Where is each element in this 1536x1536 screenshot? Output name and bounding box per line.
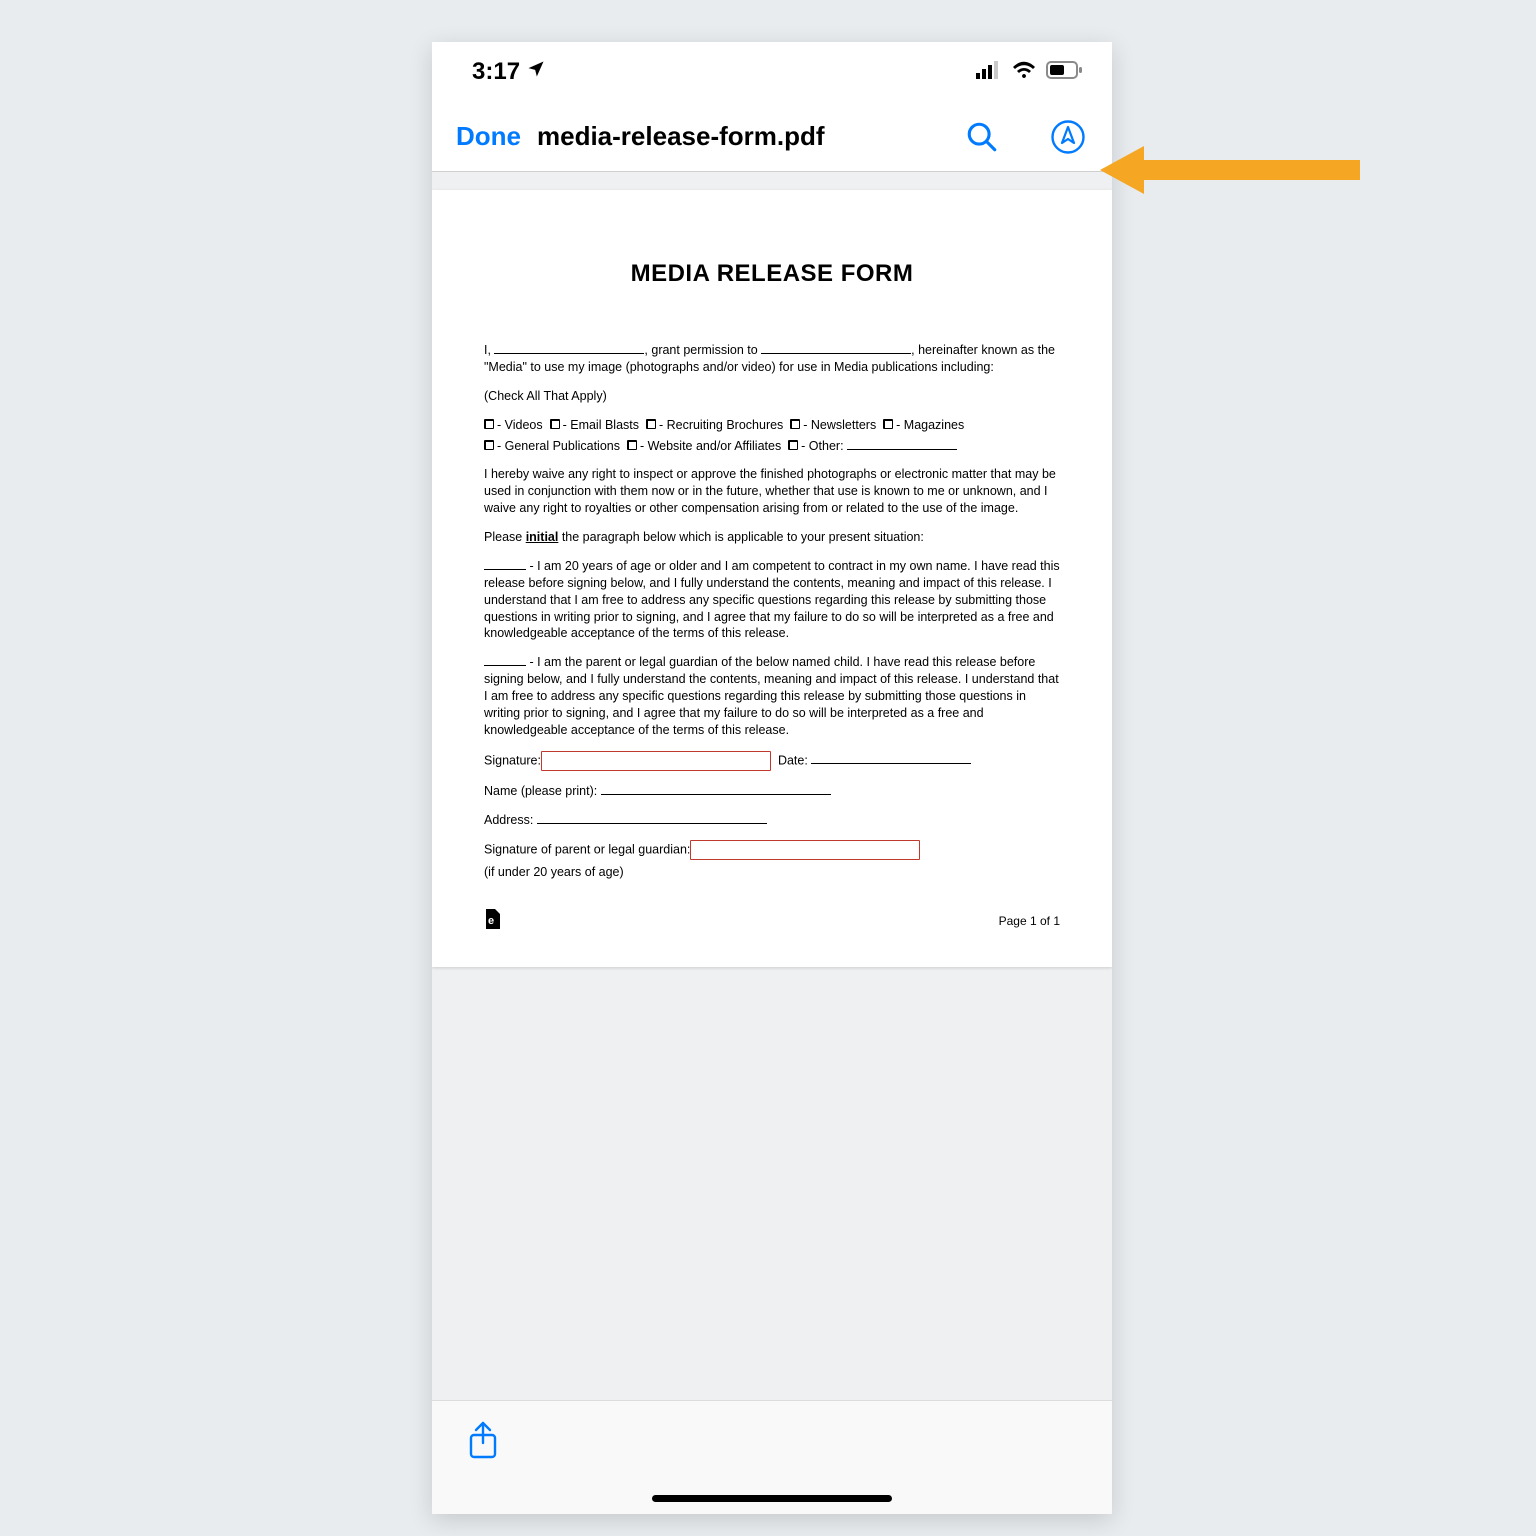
checkbox-icon xyxy=(646,419,656,429)
signature-label: Signature: xyxy=(484,753,541,767)
svg-text:e: e xyxy=(488,915,494,927)
opt-general: - General Publications xyxy=(497,439,620,453)
date-label: Date: xyxy=(778,753,811,767)
opt-recruiting: - Recruiting Brochures xyxy=(659,418,783,432)
opt-email: - Email Blasts xyxy=(563,418,639,432)
opt-other: - Other: xyxy=(801,439,843,453)
opt-newsletters: - Newsletters xyxy=(803,418,876,432)
checkbox-icon xyxy=(627,440,637,450)
check-all-label: (Check All That Apply) xyxy=(484,388,1060,405)
please-pre: Please xyxy=(484,530,526,544)
battery-icon xyxy=(1046,58,1082,86)
home-indicator[interactable] xyxy=(652,1495,892,1502)
under20-note: (if under 20 years of age) xyxy=(484,864,1060,881)
wifi-icon xyxy=(1012,58,1036,86)
phone-frame: 3:17 xyxy=(432,42,1112,1514)
checkbox-icon xyxy=(790,419,800,429)
please-bold: initial xyxy=(526,530,559,544)
para-guardian: - I am the parent or legal guardian of t… xyxy=(484,655,1059,737)
page-number: Page 1 of 1 xyxy=(999,913,1060,929)
checkbox-icon xyxy=(788,440,798,450)
file-title: media-release-form.pdf xyxy=(537,121,825,152)
checkbox-icon xyxy=(550,419,560,429)
checkbox-icon xyxy=(484,419,494,429)
guardian-signature-field xyxy=(690,840,920,860)
annotation-arrow-icon xyxy=(1100,140,1360,200)
opt-website: - Website and/or Affiliates xyxy=(640,439,781,453)
intro-text-2: , grant permission to xyxy=(644,343,761,357)
opt-magazines: - Magazines xyxy=(896,418,964,432)
eforms-icon: e xyxy=(484,909,500,933)
doc-body: I, , grant permission to , hereinafter k… xyxy=(484,342,1060,933)
pdf-page: MEDIA RELEASE FORM I, , grant permission… xyxy=(432,190,1112,967)
checkbox-icon xyxy=(883,419,893,429)
markup-icon[interactable] xyxy=(1048,117,1088,157)
address-label: Address: xyxy=(484,813,537,827)
nav-bar: Done media-release-form.pdf xyxy=(432,102,1112,172)
waiver-paragraph: I hereby waive any right to inspect or a… xyxy=(484,466,1060,517)
status-bar: 3:17 xyxy=(432,42,1112,102)
signature-field xyxy=(541,751,771,771)
guardian-sig-label: Signature of parent or legal guardian: xyxy=(484,843,690,857)
doc-heading: MEDIA RELEASE FORM xyxy=(484,260,1060,288)
done-button[interactable]: Done xyxy=(456,121,521,152)
document-viewport[interactable]: MEDIA RELEASE FORM I, , grant permission… xyxy=(432,172,1112,1400)
intro-text: I, xyxy=(484,343,494,357)
share-icon[interactable] xyxy=(466,1421,500,1466)
opt-videos: - Videos xyxy=(497,418,543,432)
status-time: 3:17 xyxy=(472,58,520,86)
search-icon[interactable] xyxy=(962,117,1002,157)
name-label: Name (please print): xyxy=(484,784,601,798)
location-icon xyxy=(526,58,546,86)
please-post: the paragraph below which is applicable … xyxy=(558,530,924,544)
para-adult: - I am 20 years of age or older and I am… xyxy=(484,559,1060,641)
cellular-icon xyxy=(976,58,1002,86)
checkbox-icon xyxy=(484,440,494,450)
